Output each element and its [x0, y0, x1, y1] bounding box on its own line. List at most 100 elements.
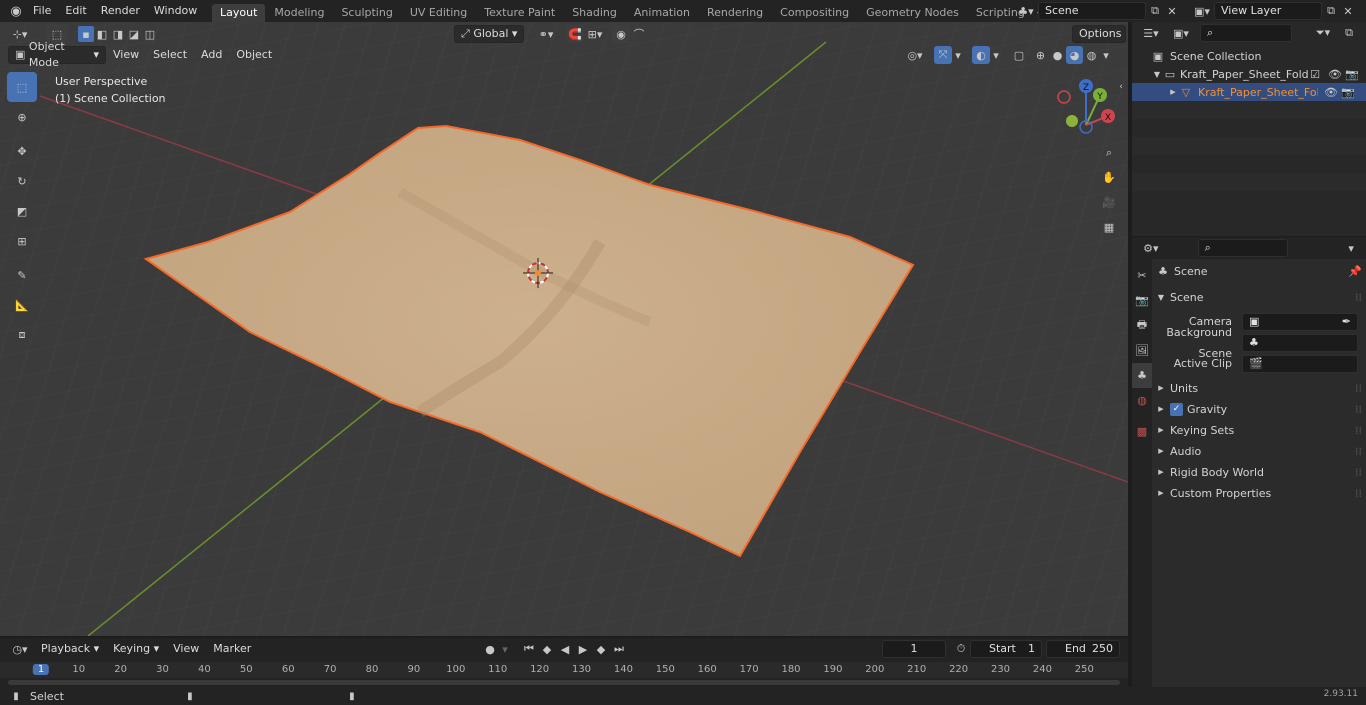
section-audio[interactable]: ▶ Audio ⁞⁞ — [1156, 441, 1362, 462]
options-button[interactable]: Options — [1072, 25, 1126, 43]
gizmo-toggle-icon[interactable]: ⤧ — [934, 46, 952, 64]
properties-editor-icon[interactable]: ⚙▾ — [1138, 239, 1164, 257]
eyedropper-icon[interactable]: ✒ — [1342, 314, 1351, 330]
pan-hand-icon[interactable]: ✋ — [1098, 165, 1120, 190]
camera-view-icon[interactable]: 🎥 — [1098, 190, 1120, 215]
xray-toggle-icon[interactable]: ▢ — [1010, 46, 1028, 64]
scene-panel-header[interactable]: ▼ Scene ⁞⁞ — [1156, 287, 1362, 308]
camera-icon[interactable]: 📷 — [1344, 68, 1360, 81]
view-layer-tab-icon[interactable]: 🖼 — [1132, 338, 1152, 363]
mode-dropdown[interactable]: ▣ Object Mode ▾ — [8, 40, 106, 69]
pin-icon[interactable]: 📌 — [1348, 261, 1362, 282]
gravity-checkbox[interactable]: ✓ — [1170, 403, 1183, 416]
viewport-menu-object[interactable]: Object — [229, 46, 279, 64]
add-cube-tool-icon[interactable]: ⧈ — [7, 320, 37, 350]
pivot-point-icon[interactable]: ⚭▾ — [530, 25, 562, 43]
render-tab-icon[interactable]: 📷 — [1132, 288, 1152, 313]
tab-layout[interactable]: Layout — [212, 3, 266, 22]
viewport-canvas[interactable]: Z Y X — [0, 22, 1128, 636]
play-reverse-icon[interactable]: ◀ — [556, 640, 574, 658]
rendered-shading-icon[interactable]: ◍ — [1083, 46, 1100, 64]
end-frame-field[interactable]: End 250 — [1046, 640, 1120, 658]
visibility-icon[interactable]: ◎▾ — [902, 46, 928, 64]
outliner-row-collection[interactable]: ▼ ▭ Kraft_Paper_Sheet_Folded_in ☑ 👁 📷 — [1132, 65, 1366, 83]
select-box-tool-icon[interactable]: ⬚ — [7, 72, 37, 102]
viewport-menu-select[interactable]: Select — [146, 46, 194, 64]
sidebar-toggle-icon[interactable]: ‹ — [1116, 80, 1126, 94]
rotate-tool-icon[interactable]: ↻ — [7, 166, 37, 196]
measure-tool-icon[interactable]: 📐 — [7, 290, 37, 320]
frame-ruler[interactable]: 1 10 20 30 40 50 60 70 80 90 100 110 120 130 140 150 160… — [0, 662, 1128, 678]
snap-toggle-icon[interactable]: 🧲 — [566, 25, 584, 43]
timeline-menu-marker[interactable]: Marker — [206, 639, 258, 659]
tab-geometry-nodes[interactable]: Geometry Nodes — [858, 4, 967, 22]
exclude-checkbox-icon[interactable]: ☑ — [1308, 68, 1322, 81]
tab-animation[interactable]: Animation — [626, 4, 698, 22]
collapse-arrow-icon[interactable]: ▶ — [1168, 88, 1178, 96]
solid-shading-icon[interactable]: ● — [1049, 46, 1066, 64]
perspective-grid-icon[interactable]: ▦ — [1098, 215, 1120, 240]
prev-keyframe-icon[interactable]: ◆ — [538, 640, 556, 658]
display-mode-icon[interactable]: ▣▾ — [1168, 24, 1194, 42]
section-keying-sets[interactable]: ▶ Keying Sets ⁞⁞ — [1156, 420, 1362, 441]
drag-handle-icon[interactable]: ⁞⁞ — [1355, 378, 1362, 399]
timeline-menu-keying[interactable]: Keying ▾ — [106, 639, 166, 659]
outliner-editor-icon[interactable]: ☰▾ — [1138, 24, 1164, 42]
tool-tab-icon[interactable]: ✂ — [1132, 263, 1152, 288]
scale-tool-icon[interactable]: ◩ — [7, 196, 37, 226]
cursor-tool-icon[interactable]: ⊕ — [7, 102, 37, 132]
annotate-tool-icon[interactable]: ✎ — [7, 260, 37, 290]
drag-handle-icon[interactable]: ⁞⁞ — [1355, 441, 1362, 462]
outliner-search-input[interactable]: ⌕ — [1200, 24, 1292, 42]
mode-subtract-icon[interactable]: ◨ — [110, 26, 126, 42]
scene-tab-icon[interactable]: ♣ — [1132, 363, 1152, 388]
stopwatch-icon[interactable]: ⏱ — [954, 642, 968, 656]
world-tab-icon[interactable]: ◍ — [1132, 388, 1152, 413]
transform-tool-icon[interactable]: ⊞ — [7, 226, 37, 256]
mode-extend-icon[interactable]: ◧ — [94, 26, 110, 42]
material-preview-icon[interactable]: ◕ — [1066, 46, 1083, 64]
tab-rendering[interactable]: Rendering — [699, 4, 771, 22]
active-clip-field[interactable]: 🎬 — [1242, 354, 1358, 373]
outliner-root-row[interactable]: ▣ Scene Collection — [1132, 47, 1366, 65]
tab-sculpting[interactable]: Sculpting — [333, 4, 400, 22]
overlays-dropdown-icon[interactable]: ▾ — [990, 46, 1002, 64]
section-units[interactable]: ▶ Units ⁞⁞ — [1156, 378, 1362, 399]
remove-view-layer-icon[interactable]: ✕ — [1340, 2, 1356, 20]
drag-handle-icon[interactable]: ⁞⁞ — [1355, 420, 1362, 441]
section-custom-properties[interactable]: ▶ Custom Properties ⁞⁞ — [1156, 483, 1362, 504]
view-layer-icon[interactable]: ▣▾ — [1190, 2, 1214, 20]
menu-file[interactable]: File — [26, 0, 58, 22]
next-keyframe-icon[interactable]: ◆ — [592, 640, 610, 658]
gizmo-dropdown-icon[interactable]: ▾ — [952, 46, 964, 64]
mode-invert-icon[interactable]: ◪ — [126, 26, 142, 42]
3d-viewport[interactable]: Z Y X User Perspective (1) Scene Collect… — [0, 22, 1128, 636]
properties-options-icon[interactable]: ▾ — [1342, 239, 1360, 257]
jump-start-icon[interactable]: ⏮ — [520, 640, 538, 658]
camera-field[interactable]: ▣ ✒ — [1242, 312, 1358, 331]
move-tool-icon[interactable]: ✥ — [7, 136, 37, 166]
tab-texture-paint[interactable]: Texture Paint — [476, 4, 563, 22]
section-gravity[interactable]: ▶ ✓ Gravity ⁞⁞ — [1156, 399, 1362, 420]
expand-arrow-icon[interactable]: ▼ — [1152, 70, 1162, 79]
new-view-layer-icon[interactable]: ⧉ — [1322, 2, 1340, 20]
outliner-row-object[interactable]: ▶ ▽ Kraft_Paper_Sheet_Folde 👁 📷 — [1132, 83, 1366, 101]
play-icon[interactable]: ▶ — [574, 640, 592, 658]
tab-modeling[interactable]: Modeling — [266, 4, 332, 22]
filter-icon[interactable]: ⏷▾ — [1310, 24, 1336, 42]
background-scene-field[interactable]: ♣ — [1242, 333, 1358, 352]
tab-shading[interactable]: Shading — [564, 4, 625, 22]
remove-scene-icon[interactable]: ✕ — [1164, 2, 1180, 20]
eye-icon[interactable]: 👁 — [1326, 68, 1344, 81]
drag-handle-icon[interactable]: ⁞⁞ — [1355, 287, 1362, 308]
blender-logo-icon[interactable]: ◉ — [6, 0, 26, 22]
drag-handle-icon[interactable]: ⁞⁞ — [1355, 399, 1362, 420]
viewport-menu-add[interactable]: Add — [194, 46, 229, 64]
wireframe-shading-icon[interactable]: ⊕ — [1032, 46, 1049, 64]
jump-end-icon[interactable]: ⏭ — [610, 640, 628, 658]
new-scene-icon[interactable]: ⧉ — [1146, 2, 1164, 20]
tab-uv-editing[interactable]: UV Editing — [402, 4, 475, 22]
orientation-dropdown[interactable]: ⤢ Global ▾ — [454, 25, 524, 43]
tab-compositing[interactable]: Compositing — [772, 4, 857, 22]
record-dropdown-icon[interactable]: ▾ — [498, 640, 512, 658]
